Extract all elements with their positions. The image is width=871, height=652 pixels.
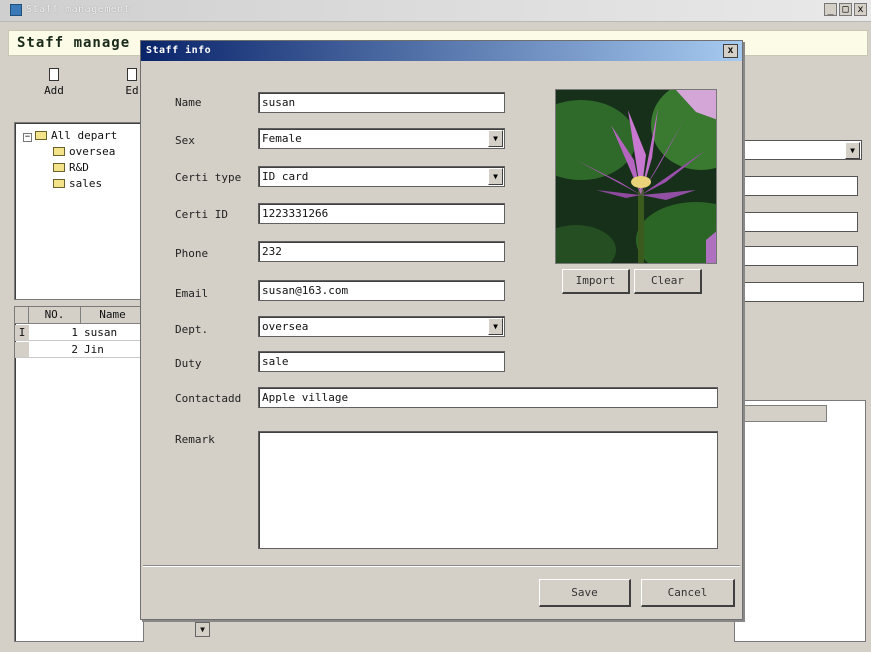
water-lily-photo bbox=[556, 90, 716, 263]
right-field-3[interactable] bbox=[742, 246, 858, 266]
remark-label: Remark bbox=[175, 433, 215, 446]
dialog-close-button[interactable]: x bbox=[723, 44, 738, 58]
tree-item-label: R&D bbox=[69, 161, 89, 174]
save-button[interactable]: Save bbox=[539, 579, 631, 607]
cancel-button[interactable]: Cancel bbox=[641, 579, 735, 607]
window-title: Staff management bbox=[26, 4, 131, 15]
main-titlebar[interactable]: Staff management _ □ x bbox=[0, 0, 871, 22]
table-cell-no[interactable]: 1 bbox=[29, 325, 81, 341]
phone-label: Phone bbox=[175, 247, 209, 260]
toolbar-add-label: Add bbox=[44, 84, 64, 97]
grid-row-header-corner bbox=[15, 307, 29, 324]
contact-address-label: Contactadd bbox=[175, 392, 242, 405]
name-label: Name bbox=[175, 96, 202, 109]
right-grid-column-header[interactable]: s bbox=[735, 405, 827, 422]
app-header-title: Staff manage bbox=[17, 35, 131, 51]
row-marker[interactable]: I bbox=[15, 325, 29, 341]
dept-label: Dept. bbox=[175, 323, 209, 336]
sex-select[interactable]: Female ▼ bbox=[258, 128, 505, 149]
dialog-divider bbox=[143, 565, 740, 567]
sex-label: Sex bbox=[175, 134, 195, 147]
tree-item-label: sales bbox=[69, 177, 103, 190]
staff-photo bbox=[555, 89, 717, 264]
chevron-down-icon[interactable]: ▼ bbox=[488, 168, 503, 185]
department-tree: − All depart oversea R&D sales bbox=[14, 122, 144, 300]
dept-select-value: oversea bbox=[262, 320, 309, 333]
chevron-down-icon[interactable]: ▼ bbox=[488, 130, 503, 147]
staff-grid: NO. Name I 1 susan 2 Jin bbox=[14, 306, 145, 642]
table-cell-name[interactable]: Jin bbox=[81, 342, 145, 358]
toolbar-add-button[interactable]: Add bbox=[34, 68, 74, 97]
sex-select-value: Female bbox=[262, 132, 302, 145]
right-field-1[interactable] bbox=[742, 176, 858, 196]
certi-type-label: Certi type bbox=[175, 171, 242, 184]
certi-type-value: ID card bbox=[262, 170, 309, 183]
dialog-title: Staff info bbox=[146, 45, 212, 56]
tree-item-sales[interactable]: sales bbox=[53, 177, 102, 190]
tree-item-rnd[interactable]: R&D bbox=[53, 161, 89, 174]
grid-column-header-name[interactable]: Name bbox=[81, 307, 145, 324]
certi-type-select[interactable]: ID card ▼ bbox=[258, 166, 505, 187]
tree-root-item[interactable]: − All depart bbox=[23, 129, 117, 142]
email-field[interactable]: susan@163.com bbox=[258, 280, 505, 301]
dialog-titlebar[interactable]: Staff info x bbox=[141, 41, 742, 61]
grid-column-header-no[interactable]: NO. bbox=[29, 307, 81, 324]
minimize-button[interactable]: _ bbox=[824, 3, 837, 16]
folder-icon bbox=[35, 131, 47, 140]
table-cell-no[interactable]: 2 bbox=[29, 342, 81, 358]
dept-select[interactable]: oversea ▼ bbox=[258, 316, 505, 337]
tree-item-label: oversea bbox=[69, 145, 116, 158]
right-field-2[interactable] bbox=[742, 212, 858, 232]
remark-textarea[interactable] bbox=[258, 431, 718, 549]
clear-button[interactable]: Clear bbox=[634, 269, 702, 294]
folder-icon bbox=[53, 179, 65, 188]
duty-field[interactable]: sale bbox=[258, 351, 505, 372]
right-combo[interactable]: ▼ bbox=[742, 140, 862, 160]
certi-id-label: Certi ID bbox=[175, 208, 228, 221]
edit-icon bbox=[127, 68, 137, 81]
tree-root-label: All depart bbox=[51, 129, 118, 142]
duty-label: Duty bbox=[175, 357, 202, 370]
new-document-icon bbox=[49, 68, 59, 81]
tree-item-oversea[interactable]: oversea bbox=[53, 145, 115, 158]
phone-field[interactable]: 232 bbox=[258, 241, 505, 262]
row-marker[interactable] bbox=[15, 342, 29, 358]
toolbar-edit-label: Ed bbox=[125, 84, 139, 97]
collapse-icon[interactable]: − bbox=[23, 133, 32, 142]
certi-id-field[interactable]: 1223331266 bbox=[258, 203, 505, 224]
contact-address-field[interactable]: Apple village bbox=[258, 387, 718, 408]
folder-icon bbox=[53, 163, 65, 172]
scroll-down-button[interactable]: ▼ bbox=[195, 622, 210, 637]
chevron-down-icon[interactable]: ▼ bbox=[845, 142, 860, 159]
import-button[interactable]: Import bbox=[562, 269, 630, 294]
right-field-4[interactable] bbox=[742, 282, 864, 302]
app-icon bbox=[10, 4, 22, 16]
email-label: Email bbox=[175, 287, 209, 300]
close-button[interactable]: x bbox=[854, 3, 867, 16]
staff-info-dialog: Staff info x Name susan Sex Female ▼ Cer… bbox=[140, 40, 743, 620]
chevron-down-icon[interactable]: ▼ bbox=[488, 318, 503, 335]
name-field[interactable]: susan bbox=[258, 92, 505, 113]
folder-icon bbox=[53, 147, 65, 156]
maximize-button[interactable]: □ bbox=[839, 3, 852, 16]
table-cell-name[interactable]: susan bbox=[81, 325, 145, 341]
right-grid: s bbox=[734, 400, 866, 642]
